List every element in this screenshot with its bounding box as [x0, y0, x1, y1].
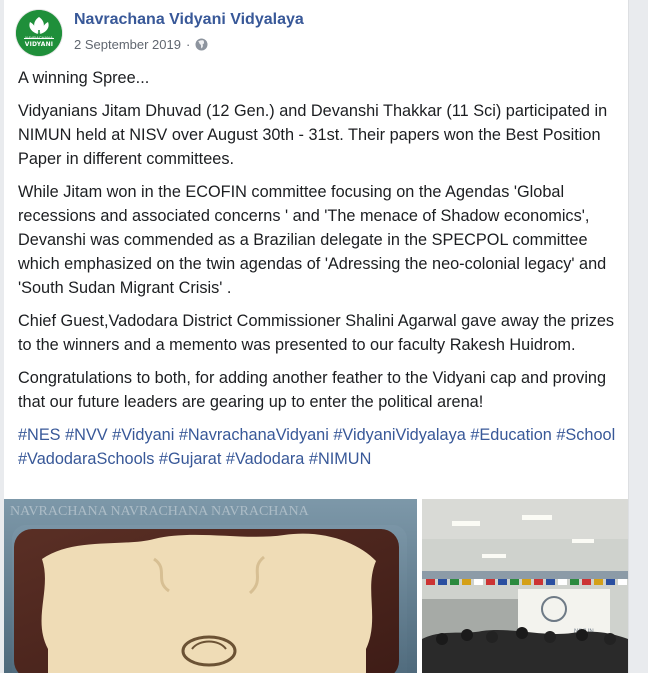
leaf-logo-icon [16, 10, 62, 56]
hashtag-link[interactable]: #School [556, 426, 615, 444]
post-paragraph: Chief Guest,Vadodara District Commission… [18, 312, 615, 354]
hashtag-link[interactable]: #Gujarat [159, 450, 221, 468]
post-header: NAVRACHANA VIDYANI Navrachana Vidyani Vi… [16, 10, 616, 56]
hashtag-link[interactable]: #VidyaniVidyalaya [333, 426, 465, 444]
hashtag-link[interactable]: #NavrachanaVidyani [179, 426, 329, 444]
page-name-link[interactable]: Navrachana Vidyani Vidyalaya [74, 11, 304, 29]
post-meta: 2 September 2019 · [74, 37, 208, 52]
hashtag-link[interactable]: #Vidyani [112, 426, 174, 444]
hashtag-link[interactable]: #Education [470, 426, 551, 444]
hashtag-link[interactable]: #NIMUN [309, 450, 371, 468]
conference-hall-photo[interactable]: NIMUN [422, 499, 628, 673]
globe-icon[interactable] [195, 38, 208, 51]
hashtag-list: #NES #NVV #Vidyani #NavrachanaVidyani #V… [18, 423, 618, 471]
post-photos: NAVRACHANA NAVRACHANA NAVRACHANA [4, 499, 628, 673]
hashtag-link[interactable]: #VadodaraSchools [18, 450, 154, 468]
post-text: A winning Spree... Vidyanians Jitam Dhuv… [18, 66, 618, 480]
page-avatar[interactable]: NAVRACHANA VIDYANI [16, 10, 62, 56]
post-paragraph: A winning Spree... [18, 69, 150, 87]
hashtag-link[interactable]: #NES [18, 426, 61, 444]
hashtag-link[interactable]: #Vadodara [226, 450, 304, 468]
post-paragraph: Congratulations to both, for adding anot… [18, 369, 607, 411]
avatar-small-text: NAVRACHANA [25, 35, 53, 40]
post-date[interactable]: 2 September 2019 [74, 37, 181, 52]
facebook-post: NAVRACHANA VIDYANI Navrachana Vidyani Vi… [4, 0, 629, 673]
avatar-logo-text: VIDYANI [24, 41, 54, 48]
memento-photo[interactable]: NAVRACHANA NAVRACHANA NAVRACHANA [4, 499, 417, 673]
watermark-text: NAVRACHANA NAVRACHANA NAVRACHANA [10, 504, 310, 519]
hashtag-link[interactable]: #NVV [65, 426, 108, 444]
meta-separator: · [185, 37, 191, 52]
post-paragraph: While Jitam won in the ECOFIN committee … [18, 183, 607, 297]
post-paragraph: Vidyanians Jitam Dhuvad (12 Gen.) and De… [18, 102, 608, 168]
